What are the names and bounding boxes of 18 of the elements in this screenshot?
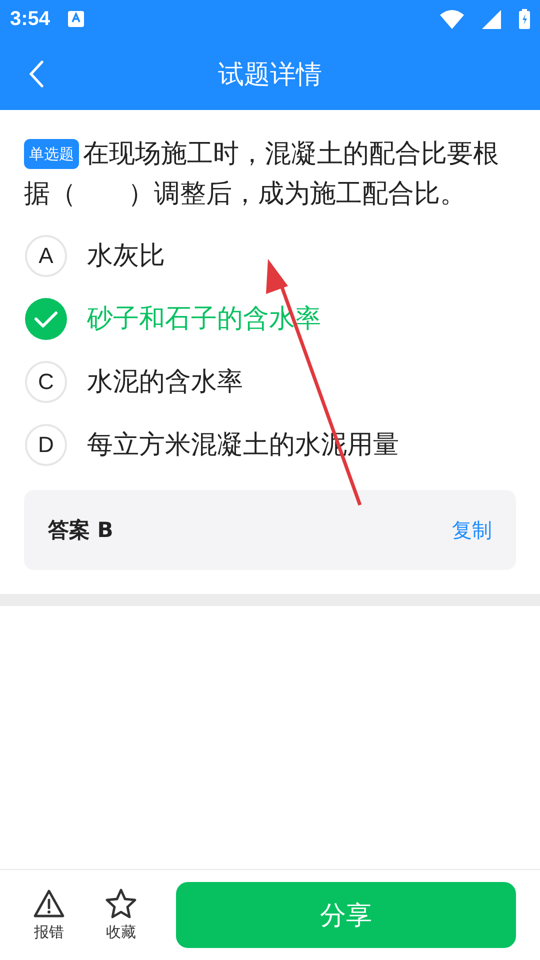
toolbar-action[interactable]: 收藏 — [90, 888, 152, 942]
star-icon — [105, 888, 137, 919]
option-text[interactable]: 水灰比 — [87, 238, 165, 273]
option-letter[interactable]: A — [25, 234, 67, 276]
battery-icon — [519, 9, 530, 29]
answer-label: 答案 B — [48, 517, 114, 544]
status-time: 3:54 — [10, 8, 50, 30]
wifi-icon — [440, 10, 464, 28]
option-text[interactable]: 水泥的含水率 — [87, 364, 243, 399]
page-title: 试题详情 — [218, 58, 322, 92]
check-icon[interactable] — [25, 298, 67, 340]
option-letter[interactable]: D — [25, 424, 67, 466]
question-text: 单选题 在现场施工时，混凝土的配合比要根据（ ）调整后，成为施工配合比。 — [24, 138, 500, 211]
keyboard-notification-icon — [68, 11, 84, 27]
toolbar-action[interactable]: 报错 — [18, 888, 80, 942]
signal-icon — [482, 10, 501, 28]
option-letter[interactable]: C — [25, 360, 67, 402]
warning-icon — [33, 888, 65, 918]
